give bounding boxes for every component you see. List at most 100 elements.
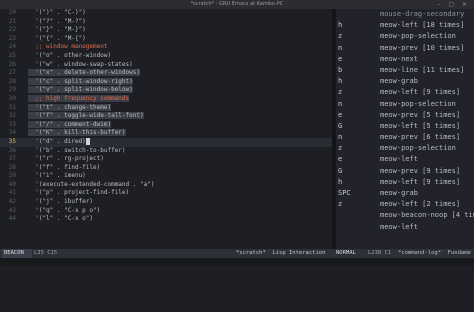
log-command: meow-prev [10 times]: [380, 43, 465, 52]
code-line[interactable]: 43 '("q" . "C-x p o"): [0, 207, 332, 216]
code-text: '(execute-extended-command . "a"): [28, 180, 155, 188]
code-line[interactable]: 32 '("f" . toggle-wide-tall-font): [0, 112, 332, 121]
line-number: 39: [8, 172, 16, 180]
command-log-row: Gmeow-prev [9 times]: [336, 166, 474, 177]
command-log-row: h meow-left [18 times]: [336, 20, 474, 31]
code-line[interactable]: 27 '("x" . delete-other-windows): [0, 69, 332, 78]
code-text: '("{" . "M-{"): [28, 34, 86, 42]
code-text: '("}" . "M-}"): [28, 26, 86, 34]
log-key: z: [338, 32, 343, 41]
command-log-row: n meow-prev [10 times]: [336, 43, 474, 54]
line-number: 42: [8, 198, 16, 206]
code-line[interactable]: 24 ;; window management: [0, 43, 332, 52]
command-log-row: n meow-pop-selection: [336, 99, 474, 110]
cursor-position: L35 C15: [34, 250, 58, 256]
window-title: *scratch* - GNU Emacs at Kamiko-PC: [190, 1, 284, 7]
mode-line: BEACON L35 C15 *scratch* Lisp Interactio…: [0, 249, 474, 258]
code-text: '("c" . split-window-right): [28, 77, 133, 85]
code-text: '("q" . "C-x p o"): [28, 206, 101, 214]
code-text: '("t" . change-theme): [28, 103, 112, 111]
line-number: 30: [8, 94, 16, 102]
code-line[interactable]: 21 '("?" . "M-?"): [0, 18, 332, 27]
echo-area[interactable]: [0, 258, 474, 266]
line-number: 29: [8, 86, 16, 94]
line-number: 40: [8, 180, 16, 188]
log-command: meow-left [18 times]: [380, 21, 465, 30]
code-text: '("f" . find-file): [28, 163, 101, 171]
code-text: '("v" . split-window-below): [28, 86, 133, 94]
code-line[interactable]: 33 '("/" . comment-dwim): [0, 120, 332, 130]
line-number: 41: [8, 189, 16, 197]
line-number: 21: [8, 17, 16, 25]
code-line[interactable]: 34 '("K" . kill-this-buffer): [0, 129, 332, 138]
code-line[interactable]: 36 '("b" . switch-to-buffer): [0, 147, 332, 156]
command-log-row: n meow-prev [6 times]: [336, 132, 474, 143]
line-number: 44: [8, 215, 16, 223]
code-text: '("d" . dired): [28, 137, 86, 145]
line-number: 43: [8, 206, 16, 214]
log-key: h: [338, 21, 343, 30]
code-line[interactable]: 37 '("r" . rg-project): [0, 155, 332, 164]
command-log-pane[interactable]: mouse-drag-secondary h meow-left [18 times…: [336, 9, 474, 249]
command-log-row: h meow-grab: [336, 76, 474, 87]
log-command: meow-left [5 times]: [380, 121, 461, 130]
line-number: 32: [8, 112, 16, 120]
code-text: '("i" . imenu): [28, 172, 86, 180]
code-line[interactable]: 31 '("t" . change-theme): [0, 103, 332, 113]
code-line[interactable]: 44 '("l" . "C-x o"): [0, 215, 332, 224]
log-key: b: [338, 65, 343, 74]
code-line[interactable]: 22 '("}" . "M-}"): [0, 26, 332, 35]
command-log-row: z meow-left [9 times]: [336, 87, 474, 98]
code-text: '(")" . "C-)"): [28, 9, 86, 16]
log-key: G: [338, 121, 343, 130]
code-text: '("j" . ibuffer): [28, 198, 94, 206]
code-line[interactable]: 23 '("{" . "M-{"): [0, 35, 332, 44]
window-controls[interactable]: – ▢ ✕: [437, 0, 470, 9]
meow-state-indicator-right: NORMAL: [336, 250, 356, 256]
code-line[interactable]: 38 '("f" . find-file): [0, 164, 332, 173]
line-number: 35: [8, 137, 16, 145]
line-number: 36: [8, 146, 16, 154]
buffer-name-right[interactable]: *command-log* Fundame: [398, 249, 471, 258]
log-command: meow-prev [6 times]: [380, 133, 461, 142]
code-line[interactable]: 28 '("c" . split-window-right): [0, 77, 332, 87]
buffer-name[interactable]: *scratch* Lisp Interaction: [236, 249, 325, 258]
line-number: 27: [8, 69, 16, 77]
code-line[interactable]: 26 '("w" . window-swap-states): [0, 61, 332, 70]
code-line[interactable]: 41 '("p" . project-find-file): [0, 189, 332, 198]
log-key: G: [338, 166, 343, 175]
log-key: e: [338, 54, 343, 63]
log-command: meow-beacon-noop [4 times]: [380, 211, 474, 220]
log-command: meow-left: [380, 222, 418, 231]
command-log-row: SPC meow-grab: [336, 188, 474, 199]
command-log-row: h meow-left [9 times]: [336, 177, 474, 188]
code-line[interactable]: 25 '("o" . other-window): [0, 52, 332, 61]
code-line[interactable]: 20 '(")" . "C-)"): [0, 9, 332, 18]
editor-pane[interactable]: 20 '(")" . "C-)") 21 '("?" . "M-?") 22 '("…: [0, 9, 332, 249]
code-line[interactable]: 30 ;; high frequency commands: [0, 94, 332, 104]
title-bar: *scratch* - GNU Emacs at Kamiko-PC – ▢ ✕: [0, 0, 474, 9]
code-text: '("/" . comment-dwim): [28, 120, 112, 128]
code-line[interactable]: 35 '("d" . dired): [0, 137, 332, 147]
log-key: e: [338, 155, 343, 164]
meow-state-indicator: BEACON: [2, 249, 32, 258]
code-text: '("x" . delete-other-windows): [28, 69, 140, 77]
line-number: 20: [8, 9, 16, 16]
code-line[interactable]: 29 '("v" . split-window-below): [0, 86, 332, 95]
line-number: 37: [8, 155, 16, 163]
code-line[interactable]: 39 '("i" . imenu): [0, 172, 332, 181]
code-line[interactable]: 40 '(execute-extended-command . "a"): [0, 181, 332, 190]
log-command: mouse-drag-secondary: [380, 10, 465, 18]
code-text: '("r" . rg-project): [28, 155, 104, 163]
command-log-row: e meow-next: [336, 54, 474, 65]
line-number: 34: [8, 129, 16, 137]
code-text: '("o" . other-window): [28, 51, 112, 59]
command-log-row: z meow-left [2 times]: [336, 199, 474, 210]
command-log-row: b meow-line [11 times]: [336, 65, 474, 76]
command-log-row: meow-beacon-noop [4 times]: [336, 210, 474, 221]
log-command: meow-next: [380, 54, 418, 63]
line-number: 25: [8, 51, 16, 59]
log-command: meow-grab: [380, 189, 418, 197]
code-line[interactable]: 42 '("j" . ibuffer): [0, 198, 332, 207]
command-log-row: Gmeow-left [5 times]: [336, 121, 474, 132]
